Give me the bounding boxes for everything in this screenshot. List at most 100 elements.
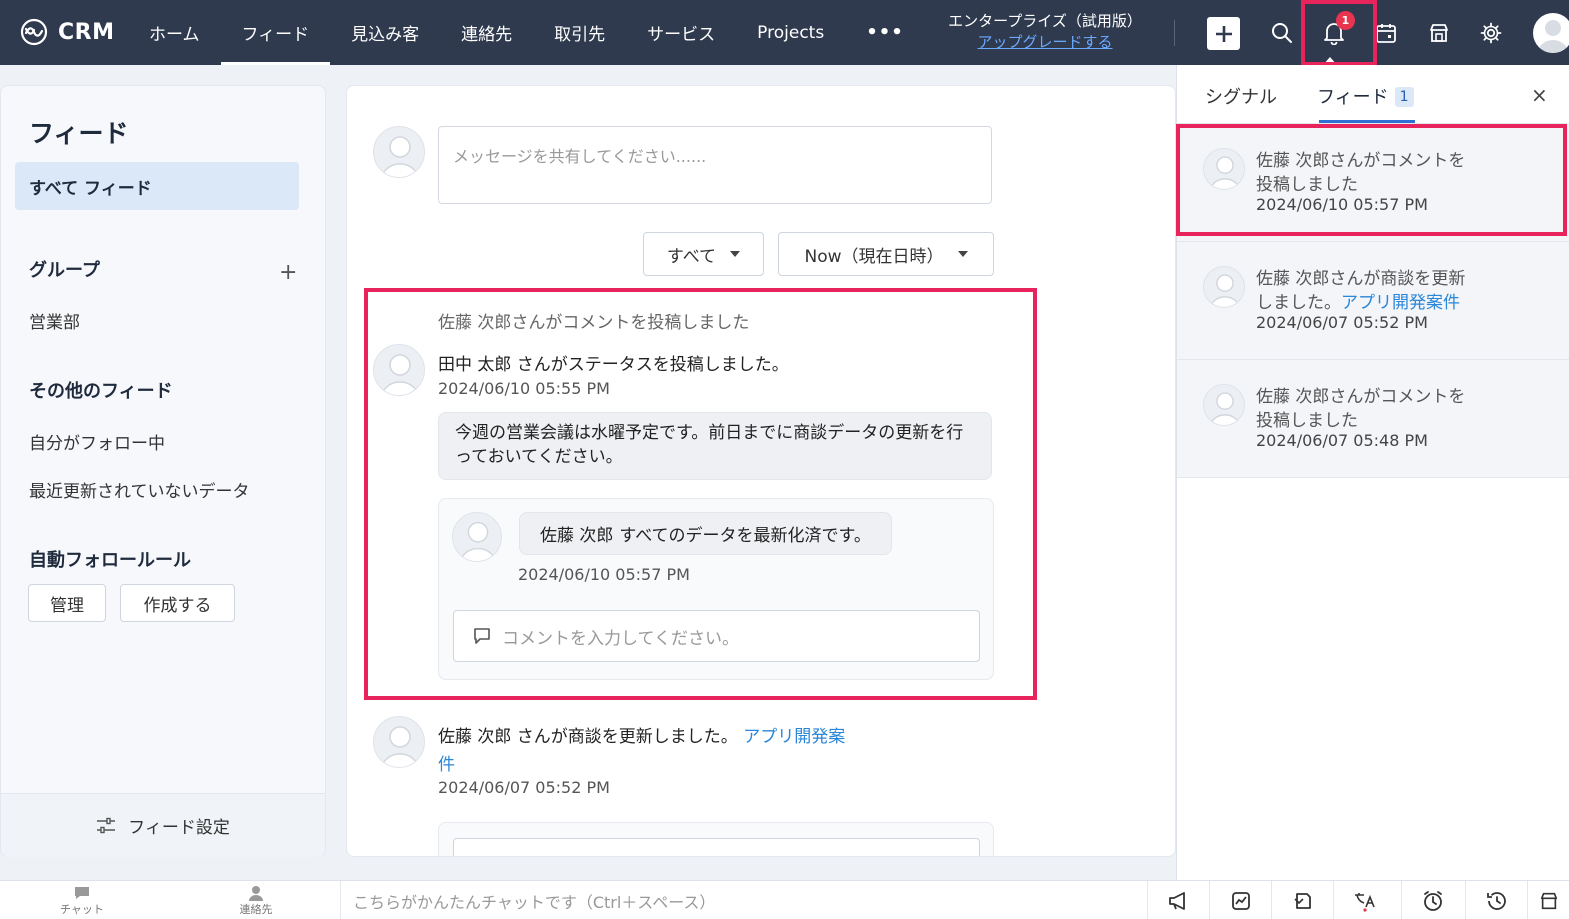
post-title: 田中 太郎 さんがステータスを投稿しました。 (438, 355, 789, 375)
reply-text: すべてのデータを最新化済です。 (619, 526, 871, 546)
tab-home[interactable]: ホーム (128, 0, 221, 65)
tab-contacts[interactable]: 連絡先 (440, 0, 533, 65)
history-icon (1486, 891, 1506, 910)
post-timestamp: 2024/06/10 05:55 PM (438, 379, 610, 398)
contacts-button[interactable]: 連絡先 (224, 881, 288, 919)
calendar-icon (1376, 24, 1396, 43)
history-button[interactable] (1465, 881, 1527, 919)
chat-label: チャット (60, 902, 104, 916)
sidebar-item-stale-data[interactable]: 最近更新されていないデータ (29, 477, 250, 502)
create-new-button[interactable] (1207, 17, 1240, 50)
upgrade-link[interactable]: アップグレードする (925, 32, 1165, 53)
translate-icon (1354, 892, 1375, 912)
sidebar-item-following[interactable]: 自分がフォロー中 (29, 429, 165, 454)
edition-name: エンタープライズ（試用版） (948, 12, 1142, 30)
post-activity-header: 佐藤 次郎さんがコメントを投稿しました (438, 313, 750, 333)
create-rule-button[interactable]: 作成する (120, 584, 235, 622)
top-navigation-bar: CRM ホーム フィード 見込み客 連絡先 取引先 サービス Projects … (0, 0, 1569, 65)
marketplace-button[interactable] (1422, 16, 1456, 50)
deal-link[interactable]: アプリ開発案 (743, 727, 845, 747)
translate-button[interactable] (1333, 881, 1395, 919)
auto-follow-heading: 自動フォロールール (29, 550, 191, 571)
commenter-avatar[interactable] (452, 512, 502, 562)
sidebar-item-all-feed[interactable]: すべて フィード (15, 162, 299, 210)
filter-type-dropdown[interactable]: すべて (643, 232, 764, 276)
user-placeholder-icon (1209, 392, 1241, 425)
analytics-button[interactable] (1209, 881, 1271, 919)
reminder-button[interactable] (1401, 881, 1463, 919)
comment-input[interactable]: コメントを入力してください。 (453, 610, 980, 662)
brand-name: CRM (58, 19, 115, 45)
notification-text: 投稿しました (1256, 411, 1358, 431)
notification-text: 佐藤 次郎さんがコメントを (1256, 151, 1466, 171)
notification-time: 2024/06/10 05:57 PM (1256, 195, 1428, 214)
tab-projects[interactable]: Projects (736, 0, 845, 65)
store-shortcut-button[interactable] (1527, 881, 1569, 919)
user-placeholder-icon (381, 726, 419, 767)
chat-button[interactable]: チャット (50, 881, 114, 919)
notification-text: しました。アプリ開発案件 (1256, 288, 1460, 313)
tab-leads[interactable]: 見込み客 (330, 0, 440, 65)
search-icon (1272, 23, 1292, 43)
comment-section: 佐藤 次郎 すべてのデータを最新化済です。 2024/06/10 05:57 P… (438, 498, 994, 680)
notification-panel: シグナル フィード 1 × 佐藤 次郎さんがコメントを 投稿しました 2024/0… (1176, 65, 1569, 883)
note-icon (1293, 892, 1311, 909)
other-feeds-heading: その他のフィード (29, 381, 173, 402)
add-group-button[interactable]: + (279, 260, 297, 285)
store-icon (1540, 892, 1557, 909)
notification-caret (1323, 57, 1337, 65)
sliders-icon (97, 817, 116, 833)
user-placeholder-icon (1209, 156, 1241, 189)
quick-chat-input[interactable]: こちらがかんたんチャットです（Ctrl＋スペース） (340, 881, 1146, 919)
filter-time-value: Now（現在日時） (804, 246, 944, 267)
settings-button[interactable] (1474, 16, 1508, 50)
post-author-avatar[interactable] (373, 344, 425, 396)
filter-type-value: すべて (666, 246, 717, 267)
tab-signals[interactable]: シグナル (1205, 83, 1277, 109)
calendar-button[interactable] (1369, 16, 1403, 50)
tab-feed-label: フィード (1317, 87, 1389, 108)
more-tabs-button[interactable]: ••• (845, 0, 925, 65)
feed-settings-button[interactable]: フィード設定 (1, 793, 325, 857)
post2-text: 佐藤 次郎 さんが商談を更新しました。 (438, 727, 738, 747)
store-icon (1430, 24, 1448, 42)
close-panel-button[interactable]: × (1531, 83, 1548, 107)
tab-feed-notifications[interactable]: フィード 1 (1317, 83, 1414, 109)
manage-rules-button[interactable]: 管理 (28, 584, 106, 622)
reply-bubble: 佐藤 次郎 すべてのデータを最新化済です。 (519, 512, 892, 555)
gear-icon (1480, 22, 1502, 44)
notification-item[interactable]: 佐藤 次郎さんがコメントを 投稿しました 2024/06/10 05:57 PM (1177, 124, 1569, 242)
crm-logo[interactable]: CRM (18, 18, 114, 46)
notification-time: 2024/06/07 05:48 PM (1256, 431, 1428, 450)
status-message: 今週の営業会議は水曜予定です。前日までに商談データの更新を行っておいてください。 (438, 412, 992, 480)
share-message-input[interactable]: メッセージを共有してください...... (438, 126, 992, 204)
feed-sidebar: フィード すべて フィード グループ + 営業部 その他のフィード 自分がフォロ… (0, 85, 326, 857)
megaphone-icon (1168, 891, 1185, 910)
announcement-button[interactable] (1147, 881, 1209, 919)
deal-link[interactable]: アプリ開発案件 (1341, 293, 1460, 313)
user-placeholder-icon (1209, 274, 1241, 307)
tab-feed[interactable]: フィード (220, 0, 331, 65)
tab-accounts[interactable]: 取引先 (533, 0, 626, 65)
chat-icon (75, 886, 89, 899)
filter-time-dropdown[interactable]: Now（現在日時） (778, 232, 994, 276)
alarm-clock-icon (1423, 890, 1442, 911)
tab-services[interactable]: サービス (626, 0, 736, 65)
notification-item[interactable]: 佐藤 次郎さんがコメントを 投稿しました 2024/06/07 05:48 PM (1177, 360, 1569, 478)
user-placeholder-icon (381, 136, 419, 177)
sidebar-item-sales-group[interactable]: 営業部 (29, 308, 80, 333)
topbar-divider (1174, 20, 1175, 46)
crm-logo-icon (18, 18, 50, 46)
user-avatar[interactable] (1533, 13, 1569, 53)
comment-input[interactable] (453, 838, 980, 856)
search-button[interactable] (1265, 16, 1299, 50)
post-author-avatar[interactable] (373, 716, 425, 768)
deal-link-continued[interactable]: 件 (438, 750, 455, 775)
record-button[interactable] (1271, 881, 1333, 919)
user-avatar-icon (1538, 20, 1568, 53)
notification-text: 投稿しました (1256, 175, 1358, 195)
notification-avatar (1203, 384, 1245, 426)
groups-heading: グループ (29, 260, 100, 281)
notification-item[interactable]: 佐藤 次郎さんが商談を更新 しました。アプリ開発案件 2024/06/07 05… (1177, 242, 1569, 360)
notification-text: 佐藤 次郎さんが商談を更新 (1256, 269, 1466, 289)
